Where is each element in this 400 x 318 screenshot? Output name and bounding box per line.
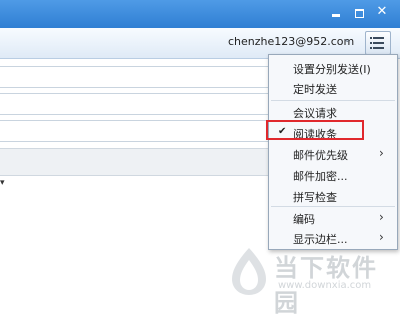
options-dropdown-menu: 设置分别发送(I) 定时发送 会议请求 ✔ 阅读收条 邮件优先级 › 邮件加密.… <box>268 54 398 250</box>
minimize-button[interactable] <box>328 4 344 20</box>
maximize-button[interactable] <box>351 4 367 20</box>
menu-item-label: 设置分别发送(I) <box>293 63 371 76</box>
format-toolbar <box>0 148 276 176</box>
to-field[interactable] <box>0 66 277 88</box>
menu-separator <box>271 206 395 207</box>
close-button[interactable]: ✕ <box>374 4 390 20</box>
menu-item-label: 定时发送 <box>293 83 337 96</box>
menu-item-meeting-request[interactable]: 会议请求 <box>269 102 397 122</box>
account-address[interactable]: chenzhe123@952.com <box>228 35 354 48</box>
menu-item-spellcheck[interactable]: 拼写检查 <box>269 186 397 206</box>
highlight-box <box>266 120 364 140</box>
chevron-right-icon: › <box>379 230 384 244</box>
menu-item-label: 会议请求 <box>293 107 337 120</box>
more-options-button[interactable] <box>365 31 391 55</box>
cc-field[interactable] <box>0 93 277 115</box>
menu-item-encoding[interactable]: 编码 › <box>269 208 397 228</box>
subject-field[interactable] <box>0 120 277 142</box>
chevron-right-icon: › <box>379 146 384 160</box>
menu-item-show-sidebar[interactable]: 显示边栏... › <box>269 228 397 248</box>
title-bar: ✕ <box>0 0 400 28</box>
menu-item-label: 邮件优先级 <box>293 149 348 162</box>
chevron-right-icon: › <box>379 210 384 224</box>
chevron-down-icon[interactable]: ⌄ <box>343 34 351 45</box>
watermark-logo-icon <box>232 248 266 295</box>
maximize-icon <box>355 9 364 18</box>
menu-item-priority[interactable]: 邮件优先级 › <box>269 144 397 164</box>
menu-item-encryption[interactable]: 邮件加密... <box>269 165 397 185</box>
menu-item-label: 拼写检查 <box>293 191 337 204</box>
menu-item-label: 邮件加密... <box>293 170 348 183</box>
menu-item-label: 显示边栏... <box>293 233 348 246</box>
menu-item-scheduled-send[interactable]: 定时发送 <box>269 78 397 98</box>
menu-item-label: 编码 <box>293 213 315 226</box>
watermark-url: www.downxia.com <box>278 280 372 291</box>
menu-item-separate-send[interactable]: 设置分别发送(I) <box>269 58 397 78</box>
watermark: 当下软件园 www.downxia.com <box>228 246 398 317</box>
expand-arrow-icon[interactable]: ▾ <box>0 178 5 188</box>
menu-separator <box>271 100 395 101</box>
minimize-icon <box>332 14 340 17</box>
close-icon: ✕ <box>376 4 388 19</box>
